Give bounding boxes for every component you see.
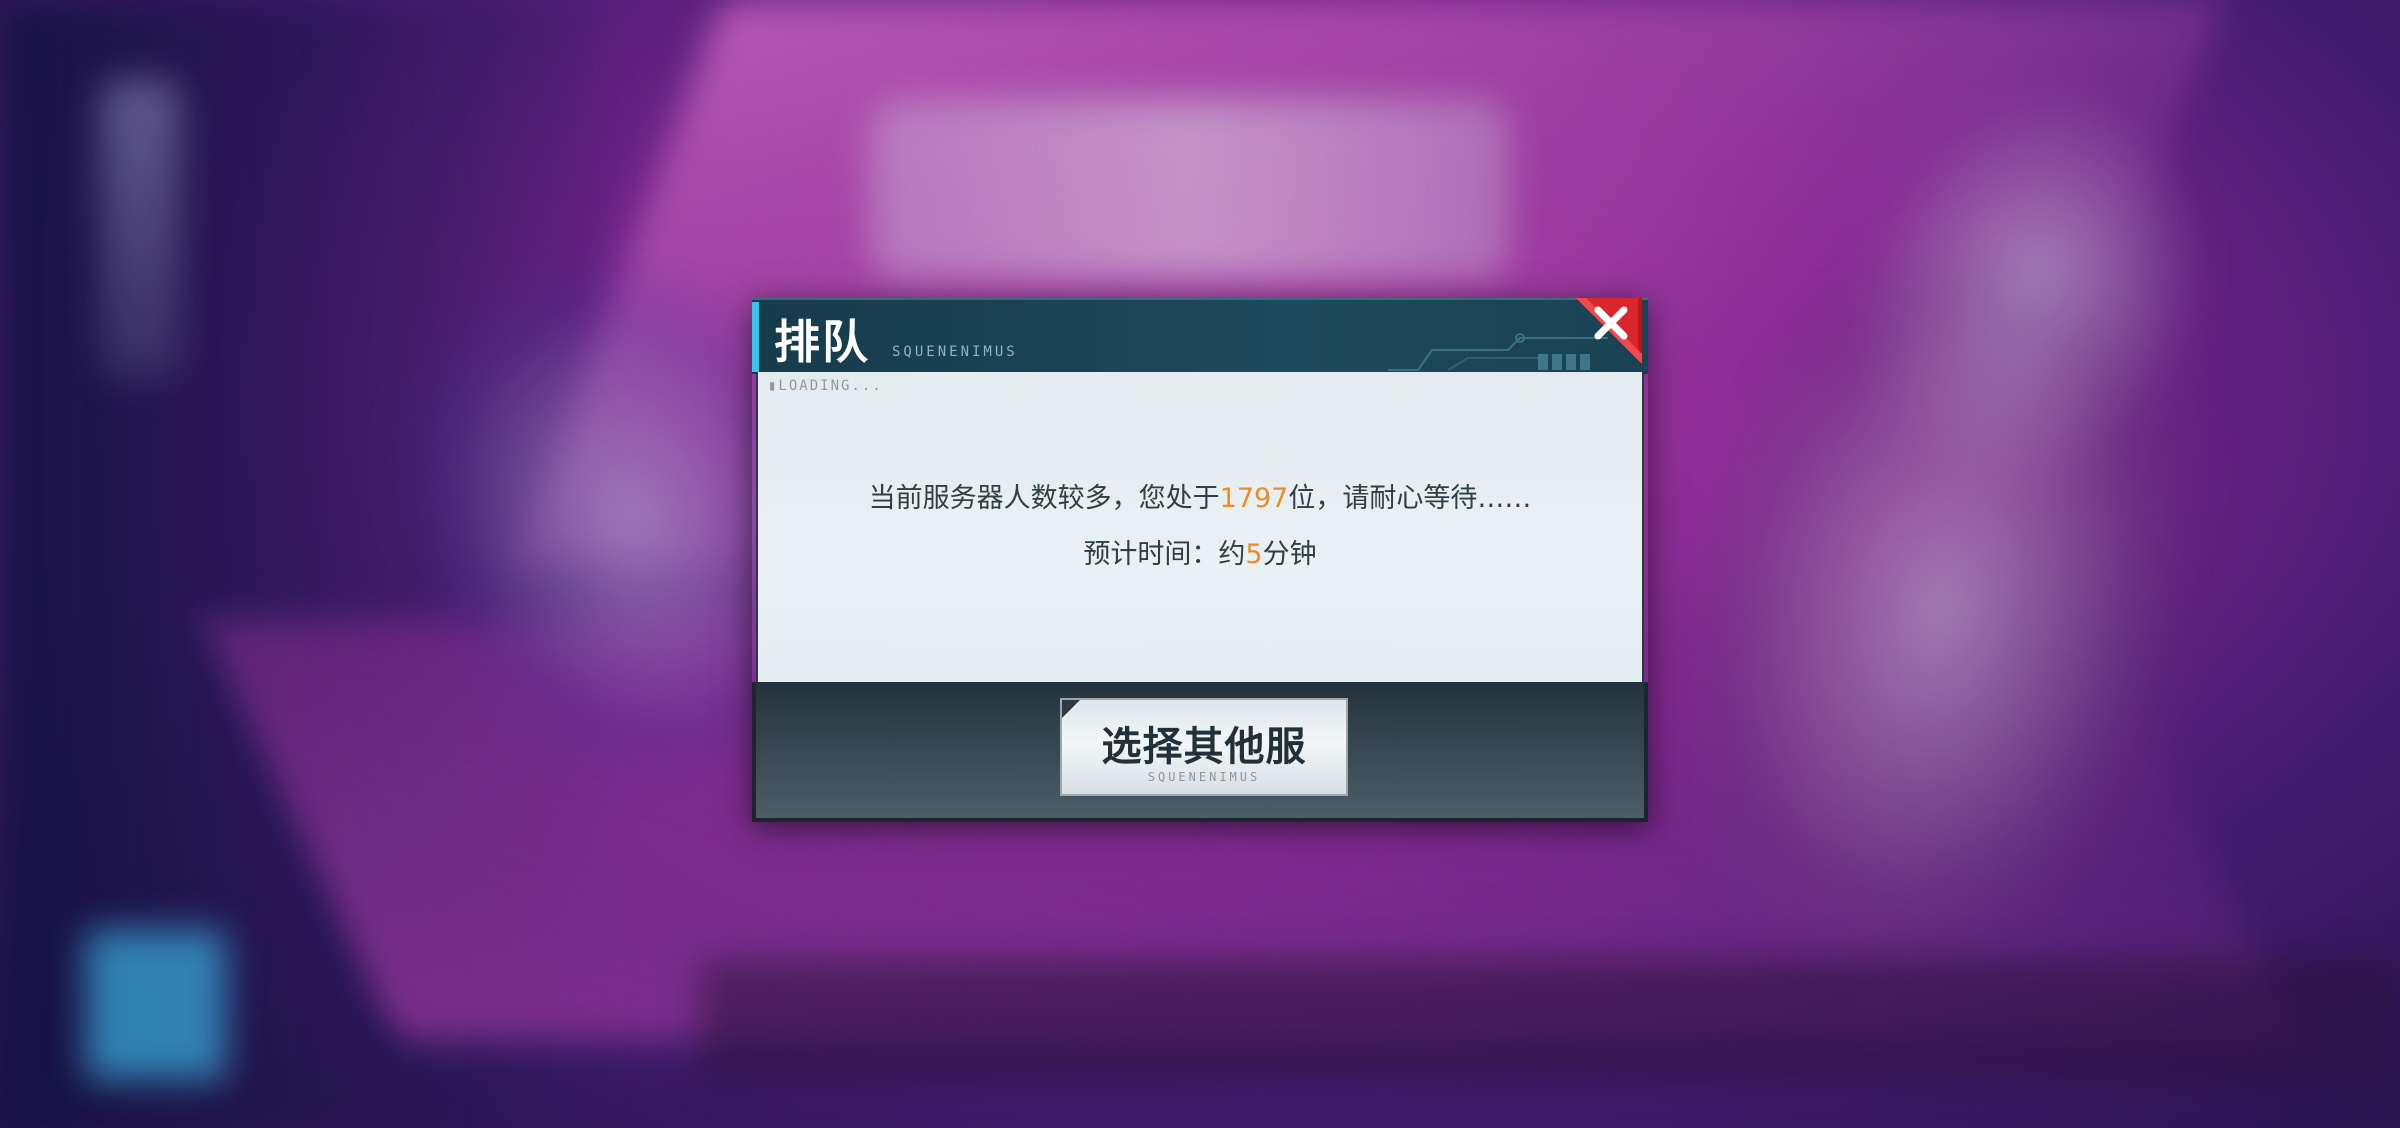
dialog-subtitle: SQUENENIMUS — [892, 344, 1018, 360]
queue-message-prefix: 当前服务器人数较多，您处于 — [868, 483, 1220, 514]
close-x-icon — [1576, 298, 1642, 364]
select-other-server-sublabel: SQUENENIMUS — [1147, 770, 1261, 784]
dialog-body: ▮LOADING... 当前服务器人数较多，您处于1797位，请耐心等待…… 预… — [756, 372, 1644, 682]
estimated-time-prefix: 预计时间：约 — [1083, 539, 1246, 570]
queue-dialog: 排队 SQUENENIMUS ▮LOADING... 当前服务器人数较多，您处于… — [752, 298, 1648, 822]
dialog-title: 排队 — [774, 315, 870, 369]
game-screen: 排队 SQUENENIMUS ▮LOADING... 当前服务器人数较多，您处于… — [0, 0, 2400, 1128]
close-button[interactable] — [1572, 294, 1646, 368]
header-accent-bar — [752, 302, 759, 372]
dialog-header: 排队 SQUENENIMUS — [752, 298, 1648, 374]
queue-message-suffix: 位，请耐心等待…… — [1288, 483, 1532, 514]
estimated-time: 预计时间：约5分钟 — [758, 532, 1642, 571]
queue-message: 当前服务器人数较多，您处于1797位，请耐心等待…… — [758, 476, 1642, 515]
select-other-server-label: 选择其他服 — [1101, 724, 1307, 770]
estimated-minutes: 5 — [1245, 539, 1263, 570]
select-other-server-button[interactable]: 选择其他服 SQUENENIMUS — [1060, 698, 1348, 796]
queue-position: 1797 — [1219, 483, 1289, 514]
dialog-footer: 选择其他服 SQUENENIMUS — [752, 682, 1648, 822]
loading-label: ▮LOADING... — [768, 378, 883, 394]
estimated-time-suffix: 分钟 — [1262, 539, 1317, 570]
